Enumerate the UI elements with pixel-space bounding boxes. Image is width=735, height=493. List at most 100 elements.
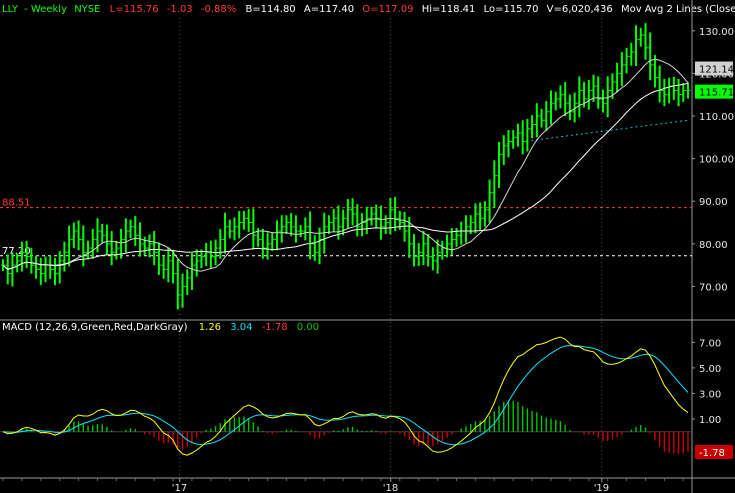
price-bar bbox=[530, 115, 535, 139]
price-bar bbox=[189, 253, 195, 290]
price-bar bbox=[114, 240, 119, 260]
price-bar bbox=[185, 269, 190, 295]
price-bar bbox=[90, 228, 96, 259]
price-bar bbox=[520, 120, 526, 155]
price-bar bbox=[194, 249, 200, 277]
price-bar bbox=[463, 215, 469, 243]
price-bar bbox=[383, 215, 389, 235]
change-pct: -0.88% bbox=[201, 4, 236, 15]
price-bar bbox=[482, 201, 488, 227]
ask-value: A=117.40 bbox=[304, 4, 354, 15]
price-bar bbox=[43, 256, 49, 283]
price-bar bbox=[133, 216, 138, 246]
macd-panel: 7.00 5.00 3.00 1.00 -1.78 bbox=[0, 336, 733, 459]
header-line: LLY - Weekly NYSE L=115.76 -1.03 -0.88% … bbox=[2, 4, 735, 15]
price-bar bbox=[298, 225, 304, 238]
price-bar bbox=[312, 235, 318, 261]
price-bar bbox=[374, 204, 379, 228]
price-bar bbox=[629, 42, 634, 66]
signal-value: 3.04 bbox=[230, 322, 252, 333]
volume-value: V=6,020,436 bbox=[547, 4, 613, 15]
low-value: Lo=115.70 bbox=[484, 4, 539, 15]
open-value: O=117.09 bbox=[362, 4, 413, 15]
price-tick-label: 70.00 bbox=[699, 282, 728, 293]
price-bar bbox=[10, 252, 15, 287]
price-bar bbox=[147, 234, 152, 258]
price-bar bbox=[600, 89, 606, 113]
price-bar bbox=[681, 83, 686, 102]
price-axis: 130.00120.00110.00100.0090.0080.0070.001… bbox=[692, 27, 734, 293]
price-bar bbox=[497, 141, 502, 189]
price-bar bbox=[208, 240, 214, 269]
price-bar bbox=[223, 212, 228, 254]
price-bar bbox=[492, 160, 497, 209]
price-bar bbox=[412, 234, 417, 267]
histogram-value: -1.78 bbox=[262, 322, 288, 333]
price-bar bbox=[662, 78, 667, 107]
macd-header: MACD (12,26,9,Green,Red,DarkGray) 1.26 3… bbox=[2, 322, 319, 333]
price-bar bbox=[86, 240, 91, 260]
price-bar bbox=[237, 211, 242, 239]
price-bar bbox=[326, 215, 332, 235]
price-bar bbox=[166, 248, 171, 283]
price-bar bbox=[100, 223, 105, 243]
price-bar bbox=[128, 219, 134, 239]
price-bar bbox=[369, 206, 374, 226]
price-bar bbox=[152, 231, 157, 266]
price-bar bbox=[331, 208, 337, 232]
price-bar bbox=[478, 202, 483, 230]
price-bar bbox=[440, 240, 445, 260]
price-bar bbox=[360, 213, 365, 237]
symbol: LLY bbox=[2, 4, 19, 15]
price-bar bbox=[525, 118, 530, 152]
macd-label: MACD (12,26,9,Green,Red,DarkGray) bbox=[2, 322, 188, 333]
price-bar bbox=[81, 225, 86, 267]
price-bar bbox=[567, 94, 573, 121]
price-bar bbox=[402, 211, 408, 242]
price-bar bbox=[393, 196, 398, 232]
price-bar bbox=[511, 130, 516, 149]
price-bar bbox=[199, 249, 204, 269]
ma-price-label: 121.14 bbox=[699, 65, 734, 76]
price-bar bbox=[553, 91, 559, 111]
price-chart[interactable]: LLY - Weekly NYSE L=115.76 -1.03 -0.88% … bbox=[0, 0, 735, 493]
price-bar bbox=[667, 77, 672, 104]
time-tick-label: '18 bbox=[383, 483, 398, 493]
price-bar bbox=[549, 90, 554, 125]
price-bar bbox=[284, 215, 289, 235]
grid bbox=[179, 18, 603, 478]
last-price-label: 115.71 bbox=[699, 88, 734, 99]
price-bar bbox=[421, 231, 426, 266]
price-bar bbox=[515, 123, 521, 147]
price-bar bbox=[378, 205, 384, 240]
price-bar bbox=[430, 247, 436, 271]
ma-fast-line bbox=[2, 58, 689, 272]
price-bar bbox=[563, 81, 568, 116]
price-bar bbox=[142, 236, 148, 256]
price-bar bbox=[676, 78, 682, 107]
macd-tick-label: 7.00 bbox=[699, 338, 721, 349]
price-bar bbox=[123, 218, 129, 253]
trendline bbox=[506, 119, 689, 145]
time-tick-label: '17 bbox=[172, 483, 187, 493]
price-bar bbox=[270, 232, 275, 252]
change-value: -1.03 bbox=[167, 4, 193, 15]
price-bar bbox=[686, 82, 691, 99]
price-bar bbox=[227, 219, 233, 239]
price-bar bbox=[558, 85, 563, 109]
price-bar bbox=[634, 25, 639, 67]
price-tick-label: 130.00 bbox=[699, 27, 734, 38]
price-bar bbox=[648, 32, 653, 81]
price-bar bbox=[279, 215, 285, 243]
time-axis: '17 '18 '19 bbox=[2, 478, 684, 493]
bid-value: B=114.80 bbox=[245, 4, 295, 15]
price-bar bbox=[534, 103, 540, 138]
price-bar bbox=[643, 23, 648, 60]
price-bar bbox=[109, 231, 115, 266]
price-bar bbox=[218, 228, 223, 259]
price-tick-label: 110.00 bbox=[699, 112, 734, 123]
period: - Weekly bbox=[24, 4, 67, 15]
price-bar bbox=[459, 221, 464, 245]
macd-last-label: -1.78 bbox=[699, 448, 725, 459]
zero-value: 0.00 bbox=[297, 322, 319, 333]
